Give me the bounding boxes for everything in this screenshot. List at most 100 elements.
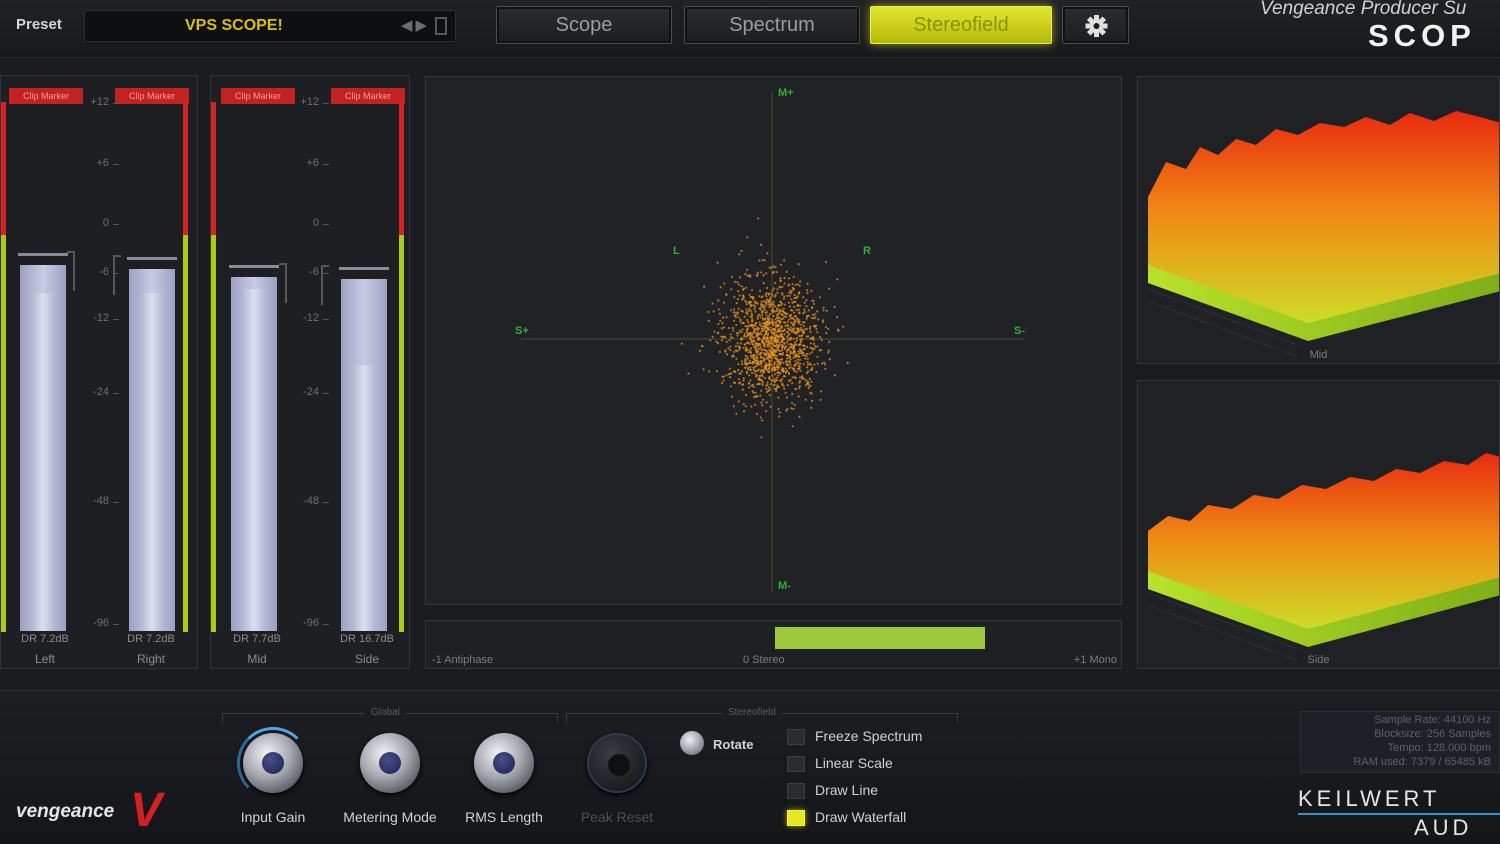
- checkbox-linear-scale[interactable]: [787, 756, 805, 772]
- axis-label-mid-minus: M-: [778, 580, 791, 592]
- waterfall-panel-mid: Mid: [1137, 76, 1500, 364]
- meter-bracket: [113, 254, 121, 295]
- meter-tick-mark: [323, 224, 329, 225]
- meter-peak-hold: [229, 264, 279, 268]
- checkbox-label-linear-scale: Linear Scale: [815, 755, 893, 771]
- vps-scope-window: Preset VPS SCOPE! ◀ ▶ Scope Spectrum Ste…: [0, 0, 1500, 844]
- top-bar: Preset VPS SCOPE! ◀ ▶ Scope Spectrum Ste…: [0, 0, 1500, 58]
- meter-tick-label: -6: [309, 266, 319, 278]
- meter-tick-mark: [323, 273, 329, 274]
- correlation-label-antiphase: -1 Antiphase: [432, 654, 494, 666]
- clip-marker-badge[interactable]: Clip Marker: [9, 88, 83, 104]
- meter-group-mid-side: Clip Marker DR 7.7dB Mid Clip Marker DR 16.7…: [210, 75, 410, 669]
- tab-spectrum[interactable]: Spectrum: [684, 6, 860, 44]
- preset-save-icon[interactable]: [435, 17, 447, 35]
- axis-label-side-minus: S-: [1014, 325, 1025, 337]
- meter-channel-label: Side: [354, 652, 380, 666]
- meter-tick-mark: [113, 319, 119, 320]
- correlation-meter: -1 Antiphase 0 Stereo +1 Mono: [425, 620, 1122, 669]
- meter-channel-label: Left: [34, 652, 55, 666]
- meter-tick-mark: [323, 624, 329, 625]
- preset-prev-icon[interactable]: ◀: [401, 16, 413, 36]
- preset-next-icon[interactable]: ▶: [415, 16, 427, 36]
- meter-tick-mark: [113, 624, 119, 625]
- meter-peak-hold: [127, 256, 177, 260]
- meter-tick-mark: [323, 393, 329, 394]
- input-gain-label: Input Gain: [240, 809, 306, 825]
- meter-channel-mid: Clip Marker: [211, 88, 297, 632]
- meter-tick-label: -48: [303, 495, 319, 507]
- waterfall-panel-side: Side: [1137, 380, 1500, 669]
- stereofield-display: M+ M- L R S+ S-: [425, 76, 1122, 605]
- meter-rms-bar: [141, 292, 163, 631]
- meter-dr-readout: DR 7.2dB: [21, 633, 69, 645]
- correlation-fill: [774, 627, 985, 649]
- meter-tick-label: +6: [306, 157, 319, 169]
- keilwerth-logo-audio: AUD: [1414, 815, 1473, 840]
- meter-tick-mark: [323, 502, 329, 503]
- clip-marker-badge[interactable]: Clip Marker: [115, 88, 189, 104]
- meter-tick-label: -24: [303, 386, 319, 398]
- axis-label-right: R: [863, 245, 871, 257]
- meter-scale-bar: [183, 102, 188, 632]
- meter-tick-label: 0: [312, 217, 319, 229]
- meter-tick-mark: [113, 224, 119, 225]
- vengeance-logo-text: vengeance: [16, 801, 115, 822]
- checkbox-label-freeze-spectrum: Freeze Spectrum: [815, 728, 923, 744]
- axis-label-left: L: [673, 245, 680, 257]
- meter-tick-label: +6: [96, 157, 109, 169]
- meter-tick-mark: [113, 273, 119, 274]
- metering-mode-label: Metering Mode: [343, 809, 437, 825]
- clip-marker-badge[interactable]: Clip Marker: [221, 88, 295, 104]
- tab-stereofield[interactable]: Stereofield: [870, 6, 1052, 44]
- meter-scale-bar: [1, 102, 6, 632]
- info-sample-rate: Sample Rate: 44100 Hz: [1374, 714, 1491, 726]
- meter-bracket: [279, 262, 287, 303]
- meter-tick-label: -24: [93, 386, 109, 398]
- info-ram-used: RAM used: 7379 / 65485 kB: [1353, 756, 1491, 768]
- info-tempo: Tempo: 128.000 bpm: [1387, 742, 1491, 754]
- waterfall-label-side: Side: [1307, 654, 1330, 666]
- meter-dr-readout: DR 16.7dB: [340, 633, 394, 645]
- meter-tick-label: -48: [93, 495, 109, 507]
- rms-length-knob[interactable]: [474, 733, 534, 793]
- meter-tick-label: -12: [303, 312, 319, 324]
- product-title: Vengeance Producer Su: [1260, 0, 1467, 19]
- meter-tick-mark: [113, 164, 119, 165]
- stereofield-plot: [521, 92, 1024, 592]
- clip-marker-badge[interactable]: Clip Marker: [331, 88, 405, 104]
- meter-rms-bar: [243, 288, 265, 631]
- checkbox-draw-line[interactable]: [787, 783, 805, 799]
- meter-scale-bar: [211, 102, 216, 632]
- meter-scale-bar: [399, 102, 404, 632]
- checkbox-draw-waterfall[interactable]: [787, 810, 805, 826]
- meter-peak-hold: [339, 267, 389, 271]
- meter-tick-mark: [323, 103, 329, 104]
- vengeance-logo-mark: V: [130, 784, 163, 837]
- preset-nav: ◀ ▶: [401, 16, 447, 36]
- checkbox-freeze-spectrum[interactable]: [787, 729, 805, 745]
- preset-selector[interactable]: VPS SCOPE! ◀ ▶: [84, 10, 456, 42]
- meter-rms-bar: [353, 365, 375, 631]
- peak-reset-knob[interactable]: [587, 733, 647, 793]
- waterfall-side-graphic: [1147, 453, 1499, 662]
- meter-tick-mark: [113, 393, 119, 394]
- axis-label-side-plus: S+: [515, 325, 529, 337]
- meter-tick-label: +12: [300, 96, 319, 108]
- meter-tick-label: -12: [93, 312, 109, 324]
- meter-peak-hold: [18, 253, 68, 257]
- group-title-stereofield: Stereofield: [722, 707, 782, 718]
- rotate-knob[interactable]: [680, 731, 704, 755]
- settings-button[interactable]: [1062, 6, 1129, 44]
- preset-name[interactable]: VPS SCOPE!: [185, 17, 283, 35]
- meter-tick-label: -96: [93, 617, 109, 629]
- meter-channel-label: Mid: [247, 652, 267, 666]
- host-info-box: Sample Rate: 44100 Hz Blocksize: 256 Sam…: [1300, 711, 1500, 773]
- input-gain-knob[interactable]: [243, 733, 303, 793]
- info-blocksize: Blocksize: 256 Samples: [1374, 728, 1491, 740]
- meter-tick-mark: [113, 103, 119, 104]
- rotate-label: Rotate: [713, 737, 754, 752]
- tab-scope[interactable]: Scope: [496, 6, 672, 44]
- bottom-controls: Global Stereofield Input Gain Metering M…: [0, 690, 1500, 844]
- metering-mode-knob[interactable]: [360, 733, 420, 793]
